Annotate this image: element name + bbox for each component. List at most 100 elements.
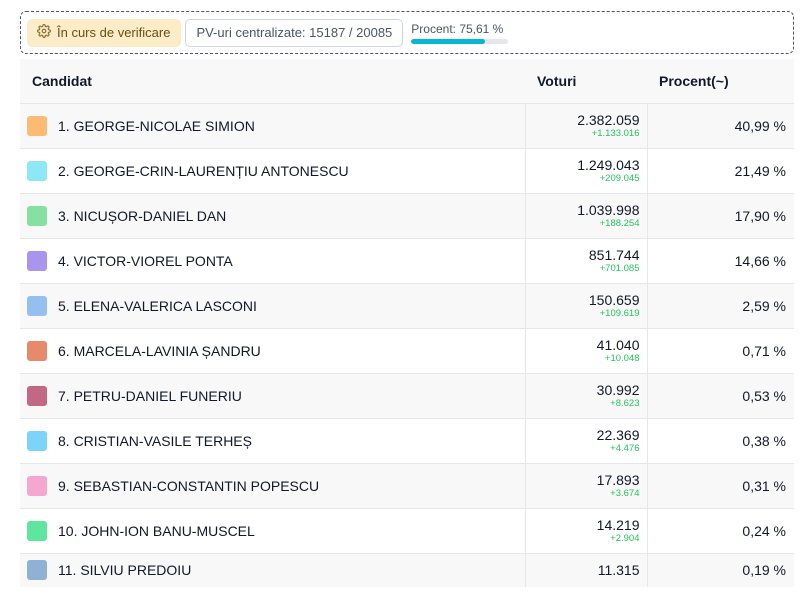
candidate-color-swatch xyxy=(27,430,47,451)
pv-count-badge: PV-uri centralizate: 15187 / 20085 xyxy=(185,18,404,47)
votes-value: 1.249.043 xyxy=(577,157,640,173)
votes-delta: +4.476 xyxy=(610,443,640,454)
percent-value: 0,31 % xyxy=(647,463,794,509)
votes-cell: 1.249.043 +209.045 xyxy=(524,148,648,194)
candidate-color-swatch xyxy=(27,520,47,541)
candidate-color-swatch xyxy=(27,160,47,181)
candidate-color-swatch xyxy=(27,385,47,406)
processing-progress: Procent: 75,61 % xyxy=(411,18,509,48)
votes-value: 1.039.998 xyxy=(577,202,640,218)
percent-value: 14,66 % xyxy=(647,238,794,284)
votes-cell: 41.040 +10.048 xyxy=(524,328,648,374)
gear-icon xyxy=(37,24,51,41)
votes-value: 17.893 xyxy=(596,472,640,488)
header-candidate: Candidat xyxy=(20,59,525,104)
candidate-color-swatch xyxy=(27,295,47,316)
table-row: 8. CRISTIAN-VASILE TERHEȘ 22.369 +4.476 0,3… xyxy=(20,418,794,464)
candidate-name: 8. CRISTIAN-VASILE TERHEȘ xyxy=(58,432,252,449)
candidate-cell: 7. PETRU-DANIEL FUNERIU xyxy=(20,373,525,419)
results-table: Candidat Voturi Procent(~) 1. GEORGE-NIC… xyxy=(20,59,794,587)
candidate-cell: 10. JOHN-ION BANU-MUSCEL xyxy=(20,508,525,554)
votes-value: 11.315 xyxy=(597,562,640,579)
votes-value: 14.219 xyxy=(596,517,640,533)
candidate-cell: 4. VICTOR-VIOREL PONTA xyxy=(20,238,525,284)
votes-cell: 14.219 +2.904 xyxy=(524,508,648,554)
candidate-name: 7. PETRU-DANIEL FUNERIU xyxy=(58,387,242,404)
votes-delta: +2.904 xyxy=(610,533,640,544)
candidate-cell: 8. CRISTIAN-VASILE TERHEȘ xyxy=(20,418,525,464)
table-row: 7. PETRU-DANIEL FUNERIU 30.992 +8.623 0,53 … xyxy=(20,373,794,419)
votes-delta: +1.133.016 xyxy=(591,128,640,139)
candidate-color-swatch xyxy=(27,560,47,581)
candidate-cell: 9. SEBASTIAN-CONSTANTIN POPESCU xyxy=(20,463,525,509)
progress-label: Procent: 75,61 % xyxy=(411,21,504,36)
candidate-name: 4. VICTOR-VIOREL PONTA xyxy=(58,252,233,269)
candidate-name: 10. JOHN-ION BANU-MUSCEL xyxy=(58,522,255,539)
votes-delta: +209.045 xyxy=(599,173,640,184)
votes-value: 22.369 xyxy=(596,427,640,443)
progress-track xyxy=(411,38,509,44)
candidate-cell: 3. NICUȘOR-DANIEL DAN xyxy=(20,193,525,239)
table-row: 11. SILVIU PREDOIU 11.315 0,19 % xyxy=(20,553,794,587)
votes-cell: 1.039.998 +188.254 xyxy=(524,193,648,239)
table-row: 3. NICUȘOR-DANIEL DAN 1.039.998 +188.254 17… xyxy=(20,193,794,239)
table-row: 4. VICTOR-VIOREL PONTA 851.744 +701.085 14,… xyxy=(20,238,794,284)
candidate-color-swatch xyxy=(27,340,47,361)
table-row: 6. MARCELA-LAVINIA ȘANDRU 41.040 +10.048 0,… xyxy=(20,328,794,374)
candidate-name: 1. GEORGE-NICOLAE SIMION xyxy=(58,117,255,134)
candidate-name: 9. SEBASTIAN-CONSTANTIN POPESCU xyxy=(58,477,320,494)
votes-delta: +188.254 xyxy=(599,218,640,229)
header-votes: Voturi xyxy=(525,59,647,104)
table-row: 2. GEORGE-CRIN-LAURENȚIU ANTONESCU 1.249.… xyxy=(20,148,794,194)
percent-value: 17,90 % xyxy=(647,193,794,239)
candidate-color-swatch xyxy=(27,115,47,136)
table-row: 5. ELENA-VALERICA LASCONI 150.659 +109.619… xyxy=(20,283,794,329)
votes-cell: 22.369 +4.476 xyxy=(524,418,648,464)
candidate-color-swatch xyxy=(27,205,47,226)
votes-value: 30.992 xyxy=(596,382,640,398)
percent-value: 0,38 % xyxy=(647,418,794,464)
status-bar: În curs de verificare PV-uri centralizat… xyxy=(20,11,794,54)
votes-delta: +10.048 xyxy=(604,353,640,364)
votes-cell: 17.893 +3.674 xyxy=(524,463,648,509)
votes-value: 150.659 xyxy=(588,292,640,308)
candidate-cell: 1. GEORGE-NICOLAE SIMION xyxy=(20,103,525,149)
votes-cell: 851.744 +701.085 xyxy=(524,238,648,284)
table-row: 1. GEORGE-NICOLAE SIMION 2.382.059 +1.133.… xyxy=(20,103,794,149)
candidate-name: 5. ELENA-VALERICA LASCONI xyxy=(58,297,257,314)
votes-delta: +701.085 xyxy=(599,263,640,274)
candidate-color-swatch xyxy=(27,250,47,271)
candidate-color-swatch xyxy=(27,475,47,496)
votes-delta: +8.623 xyxy=(610,398,640,409)
table-row: 9. SEBASTIAN-CONSTANTIN POPESCU 17.893 +3.… xyxy=(20,463,794,509)
candidate-name: 2. GEORGE-CRIN-LAURENȚIU ANTONESCU xyxy=(58,162,349,179)
candidate-cell: 6. MARCELA-LAVINIA ȘANDRU xyxy=(20,328,525,374)
candidate-name: 6. MARCELA-LAVINIA ȘANDRU xyxy=(58,342,261,359)
percent-value: 0,19 % xyxy=(647,553,794,587)
votes-delta: +109.619 xyxy=(599,308,640,319)
votes-cell: 2.382.059 +1.133.016 xyxy=(524,103,648,149)
header-percent: Procent(~) xyxy=(647,59,794,104)
percent-value: 21,49 % xyxy=(647,148,794,194)
percent-value: 40,99 % xyxy=(647,103,794,149)
percent-value: 0,24 % xyxy=(647,508,794,554)
verification-status-label: În curs de verificare xyxy=(57,25,171,40)
percent-value: 0,71 % xyxy=(647,328,794,374)
candidate-name: 3. NICUȘOR-DANIEL DAN xyxy=(58,207,227,224)
verification-status-badge: În curs de verificare xyxy=(27,18,182,47)
progress-fill xyxy=(411,38,485,44)
votes-value: 851.744 xyxy=(588,247,640,263)
candidate-cell: 2. GEORGE-CRIN-LAURENȚIU ANTONESCU xyxy=(20,148,525,194)
percent-value: 0,53 % xyxy=(647,373,794,419)
votes-cell: 150.659 +109.619 xyxy=(524,283,648,329)
votes-cell: 30.992 +8.623 xyxy=(524,373,648,419)
percent-value: 2,59 % xyxy=(647,283,794,329)
table-row: 10. JOHN-ION BANU-MUSCEL 14.219 +2.904 0,24… xyxy=(20,508,794,554)
votes-value: 41.040 xyxy=(596,337,640,353)
candidate-cell: 5. ELENA-VALERICA LASCONI xyxy=(20,283,525,329)
votes-delta: +3.674 xyxy=(610,488,640,499)
votes-cell: 11.315 xyxy=(524,553,648,587)
candidate-name: 11. SILVIU PREDOIU xyxy=(58,562,192,579)
table-header-row: Candidat Voturi Procent(~) xyxy=(20,59,794,104)
candidate-cell: 11. SILVIU PREDOIU xyxy=(20,553,525,587)
